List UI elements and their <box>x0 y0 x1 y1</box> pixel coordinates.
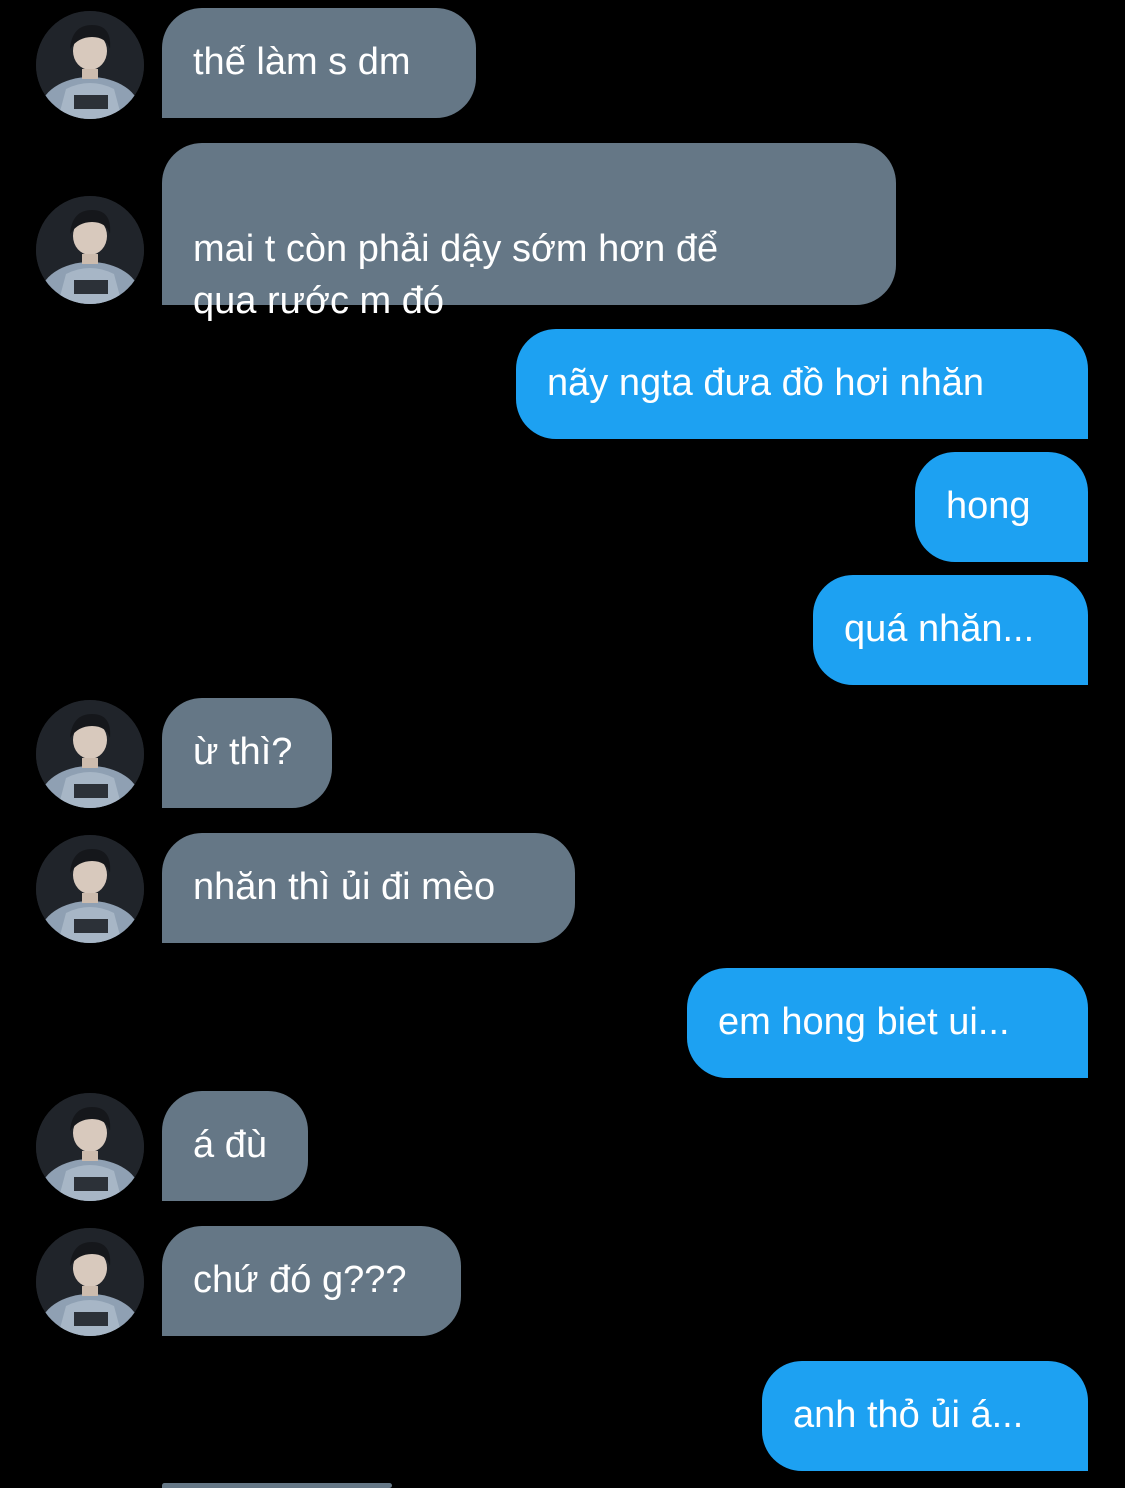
message-text: em hong biet ui... <box>718 1001 1010 1043</box>
incoming-message-bubble[interactable]: nhăn thì ủi đi mèo <box>162 833 575 943</box>
incoming-message-bubble[interactable]: mai t còn phải dậy sớm hơn để qua rước m… <box>162 143 896 322</box>
message-text: thế làm s dm <box>193 41 411 83</box>
message-text: nãy ngta đưa đồ hơi nhăn <box>547 362 985 404</box>
contact-avatar[interactable] <box>36 196 144 304</box>
outgoing-message-bubble[interactable]: quá nhăn... <box>813 575 1088 685</box>
outgoing-message-bubble[interactable]: nãy ngta đưa đồ hơi nhăn <box>516 329 1088 439</box>
contact-avatar[interactable] <box>36 11 144 119</box>
outgoing-message-bubble[interactable]: anh thỏ ủi á... <box>762 1361 1088 1471</box>
incoming-message-bubble[interactable]: chứ đó g??? <box>162 1226 461 1336</box>
incoming-message-bubble-partial[interactable] <box>162 1483 392 1488</box>
message-text: ừ thì? <box>193 731 293 773</box>
message-text: chứ đó g??? <box>193 1259 407 1301</box>
incoming-message-bubble[interactable]: ừ thì? <box>162 698 332 808</box>
message-text: hong <box>946 485 1031 527</box>
contact-avatar[interactable] <box>36 1228 144 1336</box>
contact-avatar[interactable] <box>36 835 144 943</box>
incoming-message-bubble[interactable]: á đù <box>162 1091 308 1201</box>
message-text: nhăn thì ủi đi mèo <box>193 866 496 908</box>
contact-avatar[interactable] <box>36 1093 144 1201</box>
outgoing-message-bubble[interactable]: em hong biet ui... <box>687 968 1088 1078</box>
message-text: mai t còn phải dậy sớm hơn để qua rước m… <box>193 228 719 322</box>
incoming-message-bubble[interactable]: thế làm s dm <box>162 8 476 118</box>
message-text: anh thỏ ủi á... <box>793 1394 1024 1436</box>
message-text: á đù <box>193 1124 267 1166</box>
message-text: quá nhăn... <box>844 608 1035 650</box>
contact-avatar[interactable] <box>36 700 144 808</box>
outgoing-message-bubble[interactable]: hong <box>915 452 1088 562</box>
